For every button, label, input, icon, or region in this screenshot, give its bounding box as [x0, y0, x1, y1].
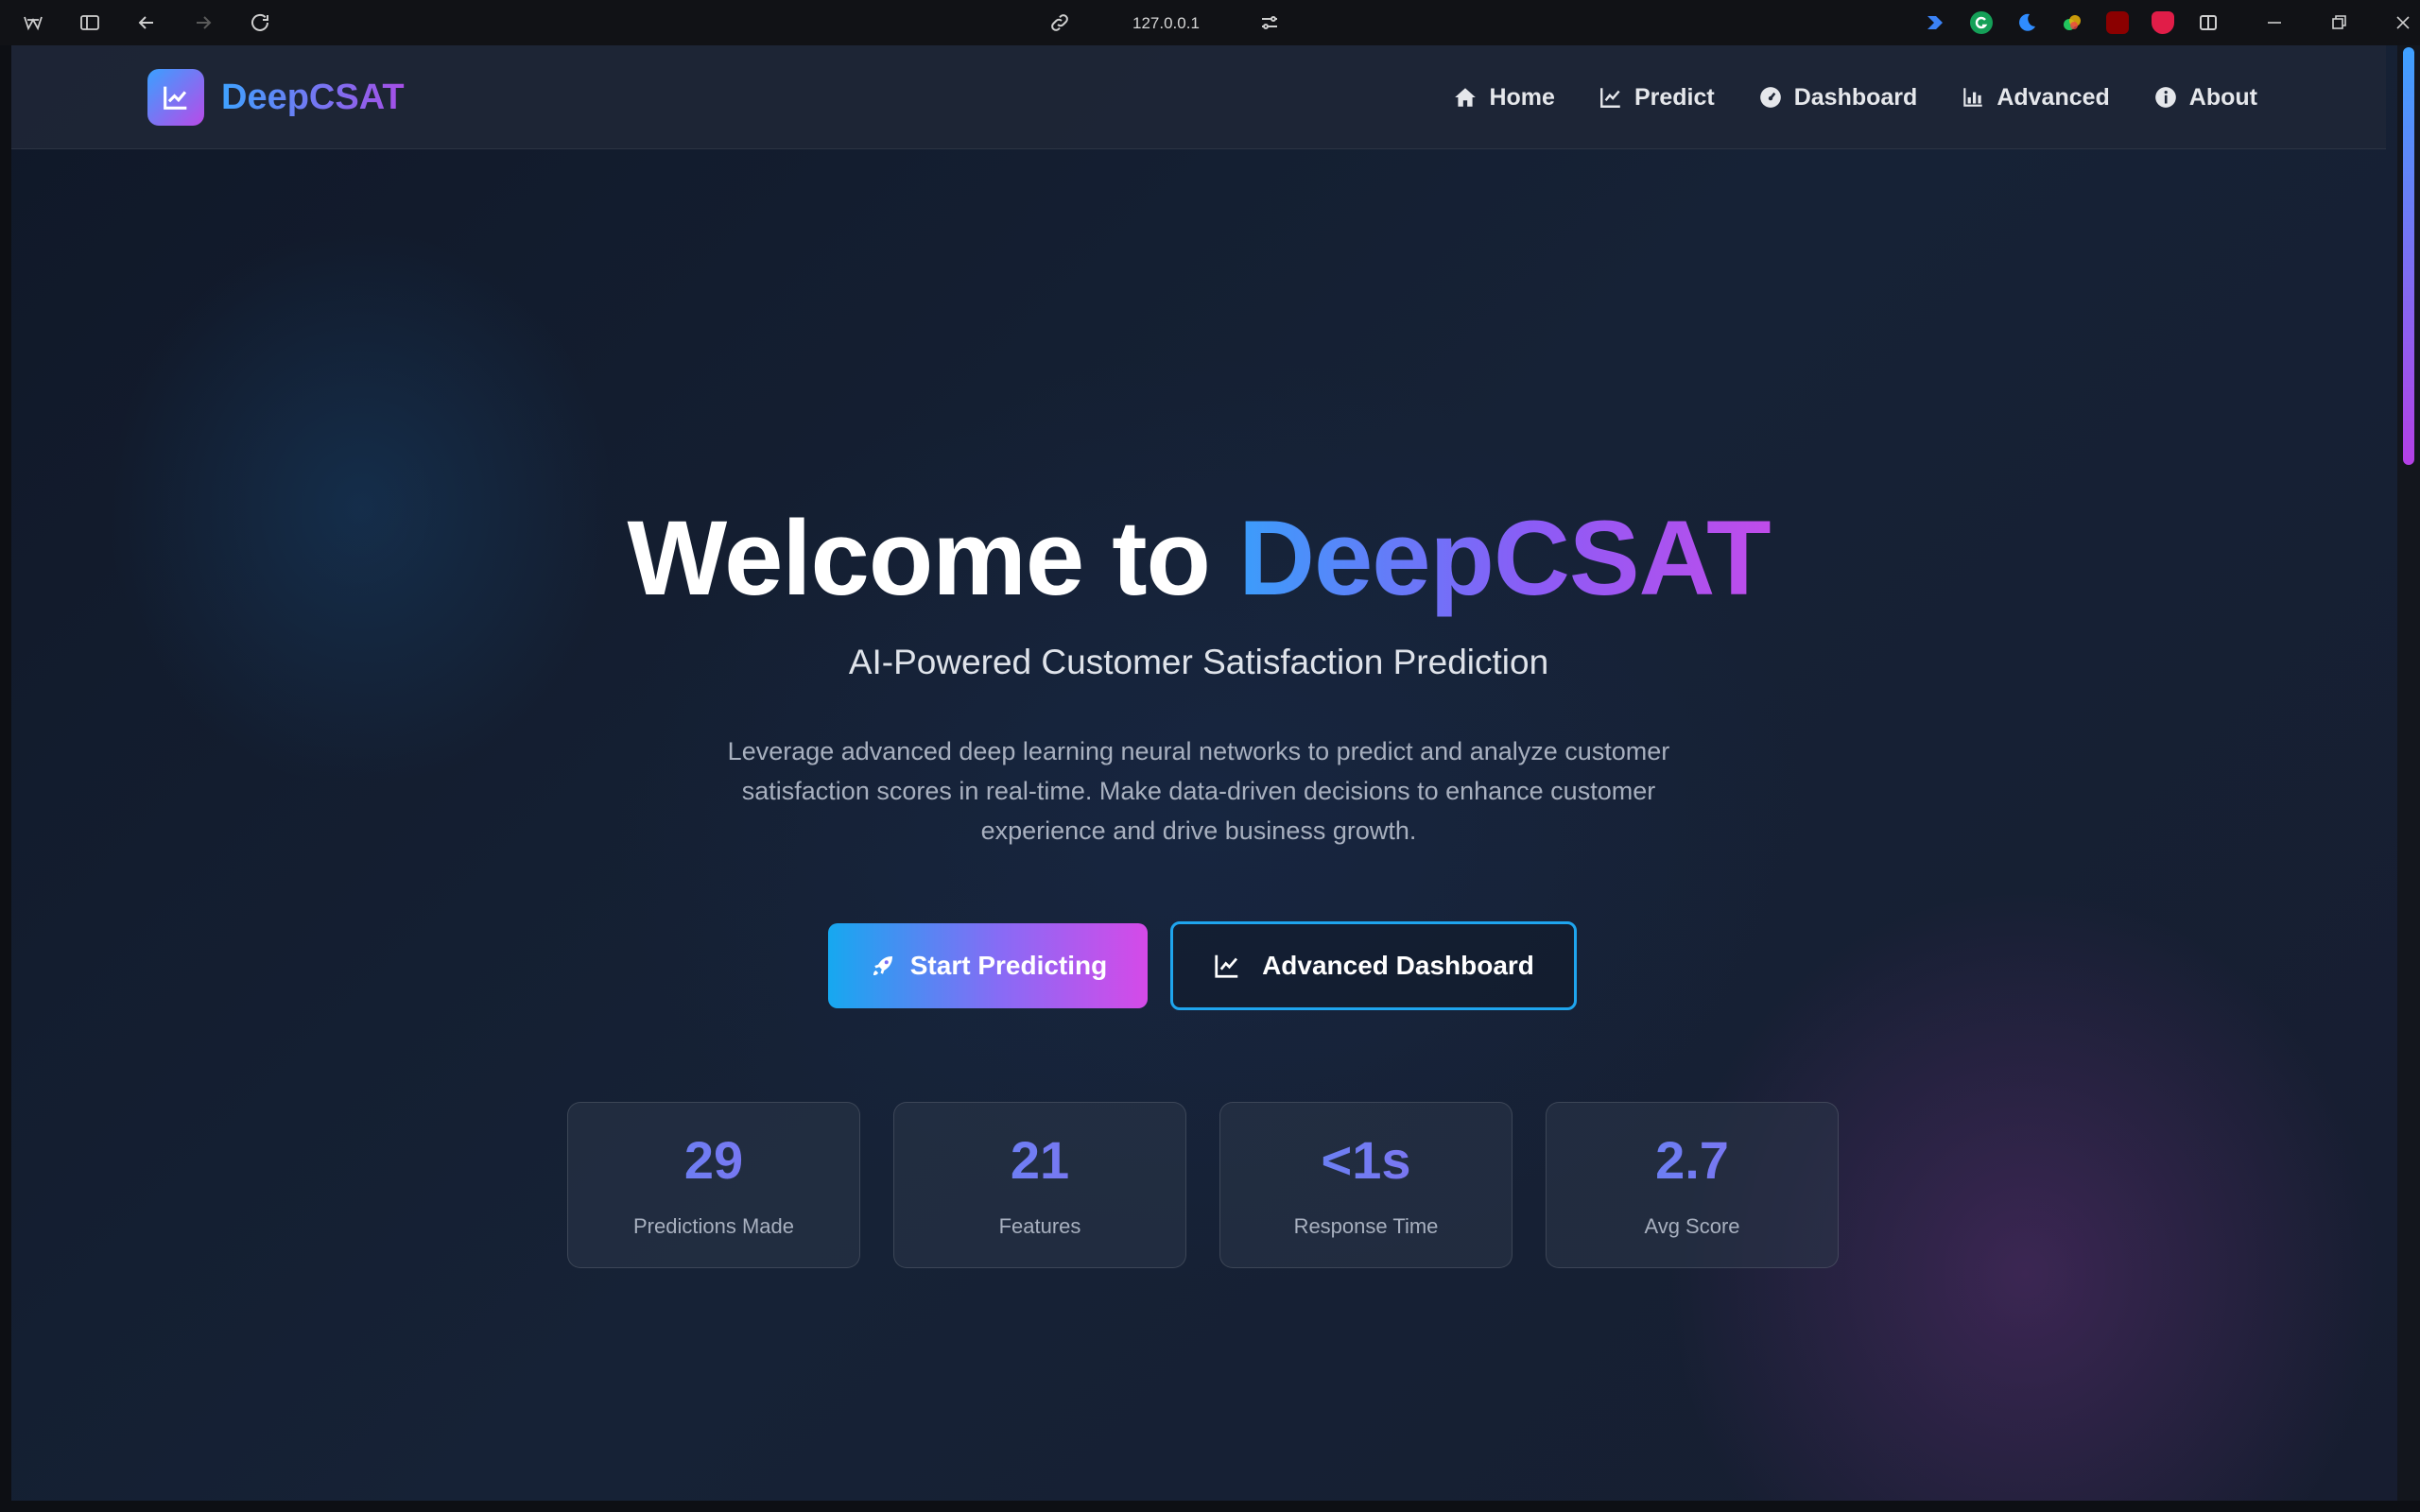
nav-advanced-label: Advanced — [1996, 83, 2110, 111]
stat-value: 29 — [568, 1129, 859, 1191]
info-icon — [2154, 87, 2176, 108]
hero-description: Leverage advanced deep learning neural n… — [727, 737, 1670, 845]
brand[interactable]: DeepCSAT — [147, 69, 405, 126]
hero-subtitle: AI-Powered Customer Satisfaction Predict… — [848, 643, 1549, 681]
stat-card-avg-score: 2.7 Avg Score — [1546, 1102, 1839, 1268]
page-scrollbar[interactable] — [2397, 45, 2420, 1501]
chart-bar-icon — [1963, 88, 1983, 107]
nav-advanced[interactable]: Advanced — [1961, 83, 2110, 112]
nav-predict[interactable]: Predict — [1599, 84, 1715, 112]
scrollbar-thumb[interactable] — [2403, 47, 2414, 465]
nav-home-label: Home — [1489, 83, 1555, 111]
stat-label: Features — [998, 1214, 1081, 1238]
url-text[interactable]: 127.0.0.1 — [1132, 14, 1246, 33]
start-predicting-button[interactable]: Start Predicting — [828, 923, 1148, 1008]
page-viewport: DeepCSAT Home Predict Dashboard Advanced — [11, 45, 2397, 1501]
chart-line-icon — [1600, 88, 1620, 108]
gauge-icon — [1759, 87, 1781, 108]
nav-about-label: About — [2188, 83, 2257, 111]
nav-dashboard[interactable]: Dashboard — [1758, 83, 1918, 112]
minimize-icon[interactable] — [2263, 11, 2286, 34]
split-view-icon[interactable] — [2197, 11, 2220, 34]
link-icon[interactable] — [1046, 9, 1074, 37]
nav-predict-label: Predict — [1634, 83, 1715, 111]
stat-card-response-time: <1s Response Time — [1219, 1102, 1512, 1268]
hero-title-highlight: DeepCSAT — [1238, 499, 1771, 617]
extension-arrow-icon[interactable] — [1925, 11, 1947, 34]
stat-value: 2.7 — [1547, 1129, 1838, 1191]
stat-card-features: 21 Features — [893, 1102, 1186, 1268]
main-nav: Home Predict Dashboard Advanced About — [1453, 45, 2257, 149]
start-predicting-label: Start Predicting — [909, 951, 1108, 980]
stat-value: <1s — [1220, 1129, 1512, 1191]
browser-toolbar: 127.0.0.1 — [0, 0, 2420, 45]
stat-card-predictions: 29 Predictions Made — [567, 1102, 860, 1268]
rocket-icon — [873, 956, 892, 975]
advanced-dashboard-button[interactable]: Advanced Dashboard — [1170, 921, 1577, 1010]
brand-logo-icon — [147, 69, 204, 126]
nav-about[interactable]: About — [2153, 84, 2257, 112]
site-settings-icon[interactable] — [1255, 9, 1284, 37]
grammarly-icon[interactable] — [1970, 11, 1993, 34]
nav-dashboard-label: Dashboard — [1793, 83, 1918, 111]
hero-title: Welcome to DeepCSAT — [11, 497, 2386, 619]
home-icon — [1455, 88, 1477, 107]
back-icon[interactable] — [132, 9, 161, 37]
stat-label: Predictions Made — [633, 1214, 794, 1238]
hero-title-prefix: Welcome to — [627, 499, 1239, 617]
forward-icon[interactable] — [189, 9, 217, 37]
stat-value: 21 — [894, 1129, 1185, 1191]
stat-label: Avg Score — [1644, 1214, 1740, 1238]
dark-mode-icon[interactable] — [2015, 11, 2038, 34]
browser-menu-icon[interactable] — [19, 9, 47, 37]
brand-name: DeepCSAT — [221, 77, 405, 117]
nav-home[interactable]: Home — [1453, 83, 1555, 112]
color-picker-icon[interactable] — [2061, 11, 2083, 34]
advanced-dashboard-label: Advanced Dashboard — [1262, 951, 1534, 980]
sidebar-toggle-icon[interactable] — [76, 9, 104, 37]
close-icon[interactable] — [2392, 11, 2414, 34]
restore-icon[interactable] — [2327, 11, 2350, 34]
ublock-icon[interactable] — [2106, 11, 2129, 34]
shield-icon[interactable] — [2152, 11, 2174, 34]
stat-label: Response Time — [1293, 1214, 1439, 1238]
reload-icon[interactable] — [246, 9, 274, 37]
chart-line-icon — [1215, 954, 1238, 978]
navbar: DeepCSAT Home Predict Dashboard Advanced — [11, 45, 2386, 149]
